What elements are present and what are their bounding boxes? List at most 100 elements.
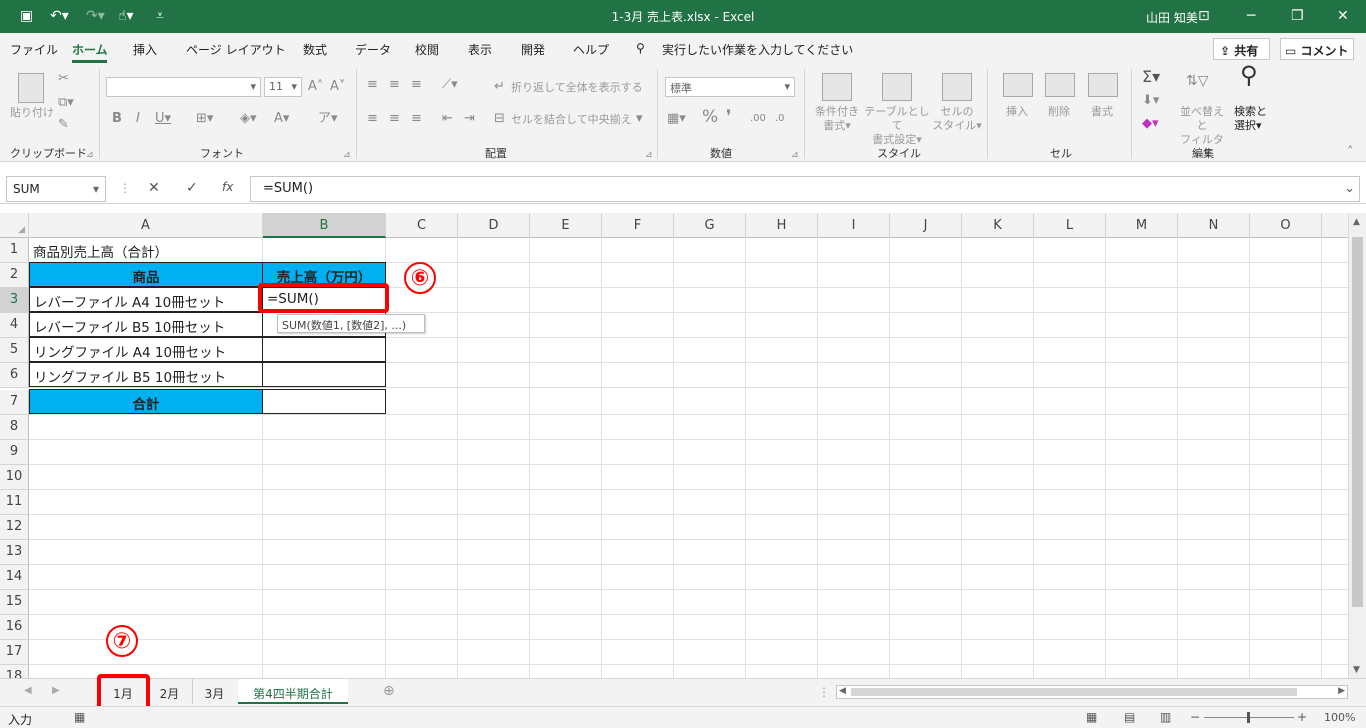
collapse-ribbon-icon[interactable]: ˄ [1347,145,1354,161]
column-header-c[interactable]: C [386,213,458,238]
font-color-icon[interactable]: A▾ [274,111,289,127]
row-header-11[interactable]: 11 [0,490,29,515]
clear-icon[interactable]: ◆▾ [1142,116,1159,132]
row-header-3[interactable]: 3 [0,288,29,313]
shrink-font-icon[interactable]: A˅ [330,79,345,95]
increase-indent-icon[interactable]: ⇥ [464,111,475,127]
number-format-select[interactable]: 標準 ▾ [665,77,795,97]
scroll-up-icon[interactable]: ▲ [1353,217,1360,227]
percent-icon[interactable]: % [702,109,718,126]
cell-a4[interactable]: レバーファイル B5 10冊セット [29,312,263,337]
column-header-a[interactable]: A [29,213,263,238]
row-header-2[interactable]: 2 [0,263,29,288]
zoom-in-icon[interactable]: + [1297,710,1307,724]
border-icon[interactable]: ⊞▾ [196,111,213,127]
scroll-down-icon[interactable]: ▼ [1353,665,1360,675]
zoom-out-icon[interactable]: − [1190,710,1200,724]
format-as-table-button[interactable]: テーブルとして 書式設定▾ [863,105,931,147]
increase-decimal-icon[interactable]: .00 [750,111,766,127]
tab-developer[interactable]: 開発 [521,41,545,58]
function-tooltip[interactable]: SUM(数値1, [数値2], ...) [277,314,425,333]
wrap-text-button[interactable]: 折り返して全体を表示する [511,81,643,95]
scroll-thumb[interactable] [851,688,1297,696]
column-header-k[interactable]: K [962,213,1034,238]
orientation-icon[interactable]: ⟋▾ [442,77,458,93]
cell-b7[interactable] [262,389,386,414]
column-header-e[interactable]: E [530,213,602,238]
column-header-d[interactable]: D [458,213,530,238]
cell-b6[interactable] [262,362,386,387]
column-header-i[interactable]: I [818,213,890,238]
phonetic-icon[interactable]: ア▾ [318,111,338,127]
minimize-icon[interactable]: ─ [1247,8,1255,24]
tab-file[interactable]: ファイル [10,41,58,58]
align-middle-icon[interactable]: ≡ [389,77,400,93]
page-layout-view-icon[interactable]: ▤ [1124,710,1135,724]
tab-home[interactable]: ホーム [72,41,108,58]
column-header-l[interactable]: L [1034,213,1106,238]
name-box[interactable]: SUM ▾ [6,176,106,202]
row-header-1[interactable]: 1 [0,238,29,263]
tab-review[interactable]: 校閲 [415,41,439,58]
cut-icon[interactable]: ✂ [58,71,69,87]
formula-input[interactable]: =SUM() ⌄ [250,176,1360,202]
normal-view-icon[interactable]: ▦ [1086,710,1097,724]
row-header-18[interactable]: 18 [0,665,29,678]
decrease-indent-icon[interactable]: ⇤ [442,111,453,127]
row-header-6[interactable]: 6 [0,363,29,388]
align-center-icon[interactable]: ≡ [389,111,400,127]
align-left-icon[interactable]: ≡ [367,111,378,127]
format-painter-icon[interactable]: ✎ [58,117,69,133]
row-header-12[interactable]: 12 [0,515,29,540]
macro-record-icon[interactable]: ▦ [74,710,85,724]
scroll-left-icon[interactable]: ◀ [839,686,846,696]
tab-help[interactable]: ヘルプ [573,41,609,58]
expand-formula-icon[interactable]: ⌄ [1344,181,1355,196]
grow-font-icon[interactable]: A˄ [308,79,323,95]
font-size-select[interactable]: 11 ▾ [264,77,302,97]
scroll-right-icon[interactable]: ▶ [1338,686,1345,696]
delete-cells-button[interactable]: 削除 [1048,105,1070,119]
row-header-15[interactable]: 15 [0,590,29,615]
tab-splitter-icon[interactable]: ⋮ [818,685,830,699]
conditional-format-button[interactable]: 条件付き 書式▾ [814,105,860,133]
paste-icon[interactable] [18,73,44,103]
font-name-select[interactable]: ▾ [106,77,261,97]
cell-styles-button[interactable]: セルの スタイル▾ [932,105,982,133]
sheet-tab-3[interactable]: 3月 [192,679,236,704]
splitter-icon[interactable]: ⋮ [119,181,131,195]
ribbon-display-icon[interactable]: ⊡ [1198,8,1210,24]
cell-a5[interactable]: リングファイル A4 10冊セット [29,337,263,362]
column-header-g[interactable]: G [674,213,746,238]
column-header-m[interactable]: M [1106,213,1178,238]
tab-formulas[interactable]: 数式 [303,41,327,58]
row-header-9[interactable]: 9 [0,440,29,465]
chevron-down-icon[interactable]: ▾ [636,111,643,127]
find-select-button[interactable]: 検索と 選択▾ [1234,105,1276,133]
insert-cells-button[interactable]: 挿入 [1006,105,1028,119]
comment-button[interactable]: ▭ コメント [1280,38,1354,60]
insert-function-icon[interactable]: fx [222,180,233,194]
column-header-f[interactable]: F [602,213,674,238]
dialog-launcher-icon[interactable]: ⊿ [86,147,94,163]
align-right-icon[interactable]: ≡ [411,111,422,127]
cancel-icon[interactable]: ✕ [148,180,160,196]
cell-a3[interactable]: レバーファイル A4 10冊セット [29,287,263,312]
enter-icon[interactable]: ✓ [186,180,198,196]
next-sheet-icon[interactable]: ▶ [52,685,60,696]
dialog-launcher-icon[interactable]: ⊿ [645,147,653,163]
add-sheet-icon[interactable]: ⊕ [383,683,395,699]
sheet-tab-q4-total[interactable]: 第4四半期合計 [238,679,348,704]
chevron-down-icon[interactable]: ▾ [93,182,99,196]
tab-insert[interactable]: 挿入 [133,41,157,58]
fill-color-icon[interactable]: ◈▾ [240,111,257,127]
scroll-thumb[interactable] [1352,237,1363,607]
row-header-10[interactable]: 10 [0,465,29,490]
dialog-launcher-icon[interactable]: ⊿ [343,147,351,163]
copy-icon[interactable]: ⧉▾ [58,95,74,111]
column-header-j[interactable]: J [890,213,962,238]
align-bottom-icon[interactable]: ≡ [411,77,422,93]
vertical-scrollbar[interactable]: ▲ ▼ [1348,213,1366,678]
fill-icon[interactable]: ⬇▾ [1142,93,1159,109]
column-header-o[interactable]: O [1250,213,1322,238]
